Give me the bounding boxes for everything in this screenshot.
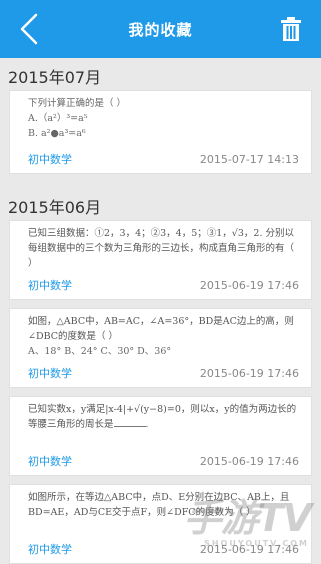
delete-button[interactable] bbox=[277, 14, 305, 44]
subject-label: 初中数学 bbox=[28, 541, 72, 557]
subject-label: 初中数学 bbox=[28, 453, 72, 469]
subject-label: 初中数学 bbox=[28, 365, 72, 381]
subject-label: 初中数学 bbox=[28, 277, 72, 293]
question-text: 下列计算正确的是（ ） A.（a²）³=a⁵ B. a²●a³=a⁶ bbox=[10, 91, 311, 141]
timestamp: 2015-07-17 14:13 bbox=[200, 153, 299, 166]
question-options: A、18° B、24° C、30° D、36° bbox=[28, 344, 299, 359]
subject-label: 初中数学 bbox=[28, 151, 72, 167]
list-item[interactable]: 如图，△ABC中，AB=AC，∠A=36°，BD是AC边上的高，则∠DBC的度数… bbox=[9, 308, 312, 388]
question-text: 如图，△ABC中，AB=AC，∠A=36°，BD是AC边上的高，则∠DBC的度数… bbox=[10, 309, 311, 359]
month-header: 2015年07月 bbox=[0, 58, 321, 90]
list-item[interactable]: 已知三组数据：①2，3，4；②3，4，5；③1，√3，2. 分别以每组数据中的三… bbox=[9, 220, 312, 300]
timestamp: 2015-06-19 17:46 bbox=[200, 367, 299, 380]
watermark-logo: 手游TV SHOUYOUTV.COM bbox=[184, 487, 311, 542]
month-header: 2015年06月 bbox=[0, 188, 321, 220]
chevron-left-icon bbox=[18, 13, 40, 45]
back-button[interactable] bbox=[12, 12, 46, 46]
top-bar: 我的收藏 bbox=[0, 0, 321, 58]
timestamp: 2015-06-19 17:46 bbox=[200, 279, 299, 292]
list-item[interactable]: 下列计算正确的是（ ） A.（a²）³=a⁵ B. a²●a³=a⁶ 初中数学 … bbox=[9, 90, 312, 174]
timestamp: 2015-06-19 17:46 bbox=[200, 455, 299, 468]
question-text: 已知三组数据：①2，3，4；②3，4，5；③1，√3，2. 分别以每组数据中的三… bbox=[10, 221, 311, 271]
page-title: 我的收藏 bbox=[128, 19, 192, 40]
question-text: 已知实数x，y满足|x-4|+√(y−8)=0，则以x，y的值为两边长的等腰三角… bbox=[10, 397, 311, 432]
answer-blank bbox=[114, 417, 146, 427]
trash-icon bbox=[280, 16, 302, 42]
list-item[interactable]: 已知实数x，y满足|x-4|+√(y−8)=0，则以x，y的值为两边长的等腰三角… bbox=[9, 396, 312, 476]
